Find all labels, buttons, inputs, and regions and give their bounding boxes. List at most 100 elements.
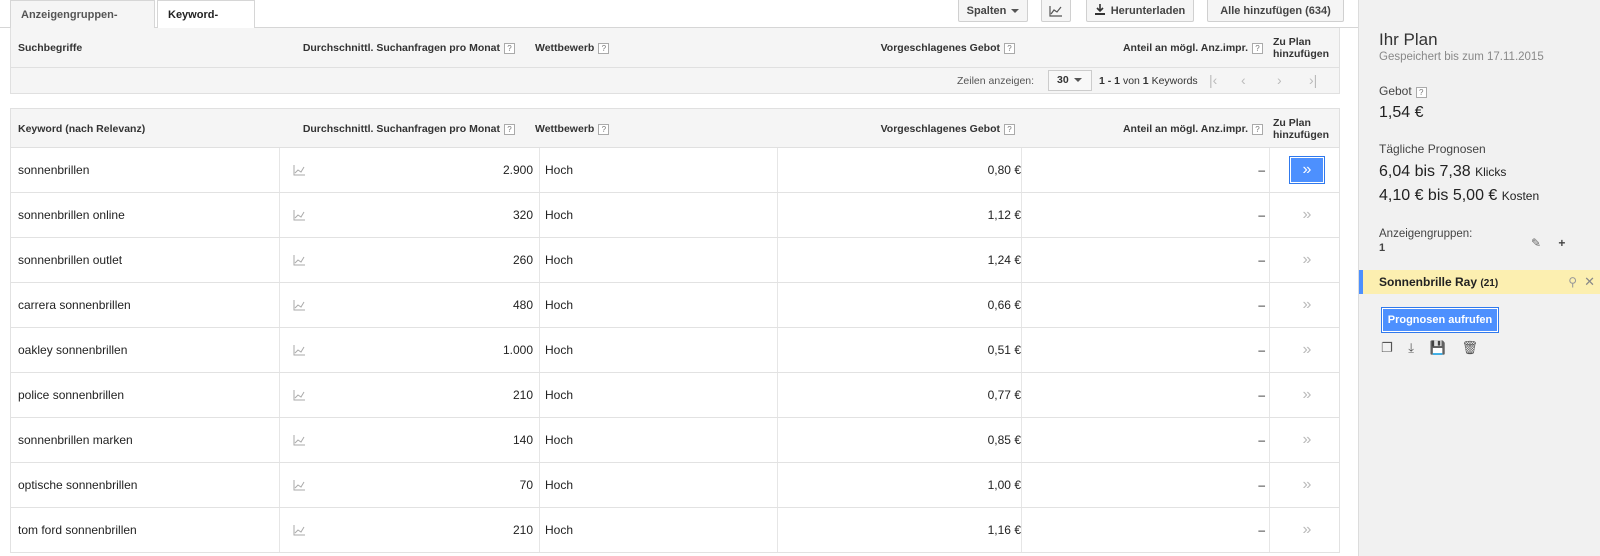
tab-adgroup-ideas[interactable]: Anzeigengruppen-Ideen	[10, 0, 155, 49]
volume-cell: 480	[512, 298, 533, 312]
copy-icon[interactable]: ❐	[1381, 340, 1393, 356]
header-bid-label: Vorgeschlagenes Gebot	[880, 123, 1000, 135]
last-page-icon[interactable]: ›|	[1309, 72, 1317, 88]
trash-icon[interactable]: 🗑	[1461, 340, 1478, 356]
volume-cell: 70	[519, 478, 533, 492]
header-competition[interactable]: Wettbewerb?	[535, 28, 610, 68]
chevron-down-icon	[1011, 9, 1020, 14]
trend-chart-icon[interactable]	[293, 193, 313, 237]
forecast-cost: 4,10 € bis 5,00 € Kosten	[1379, 187, 1539, 205]
trend-chart-icon[interactable]	[293, 373, 313, 417]
download-icon	[1094, 4, 1105, 15]
close-icon[interactable]: ✕	[1584, 270, 1595, 294]
forecast-clicks: 6,04 bis 7,38 Klicks	[1379, 163, 1506, 181]
next-page-icon[interactable]: ›	[1277, 72, 1282, 88]
help-icon[interactable]: ?	[598, 123, 610, 135]
volume-cell: 210	[512, 523, 533, 537]
plan-title: Ihr Plan	[1379, 30, 1438, 49]
trend-chart-icon[interactable]	[293, 148, 313, 192]
help-icon[interactable]: ?	[598, 42, 610, 54]
header-volume-label: Durchschnittl. Suchanfragen pro Monat	[302, 123, 500, 135]
header-add-line2: hinzufügen	[1273, 129, 1329, 141]
volume-cell: 140	[512, 433, 533, 447]
header-bid[interactable]: Vorgeschlagenes Gebot?	[771, 28, 1015, 68]
header-share[interactable]: Anteil an mögl. Anz.impr.?	[1015, 109, 1263, 149]
first-page-icon[interactable]: |‹	[1209, 72, 1217, 88]
save-icon[interactable]: 💾	[1430, 340, 1446, 356]
header-volume[interactable]: Durchschnittl. Suchanfragen pro Monat?	[261, 28, 515, 68]
add-to-plan-button[interactable]: »	[1289, 426, 1325, 454]
keyword-cell: tom ford sonnenbrillen	[18, 523, 137, 537]
add-to-plan-button[interactable]: »	[1289, 201, 1325, 229]
keyword-cell: sonnenbrillen outlet	[18, 253, 123, 267]
edit-icon[interactable]: ✎	[1531, 236, 1541, 250]
add-cell: »	[1273, 463, 1341, 507]
add-to-plan-button[interactable]: »	[1289, 246, 1325, 274]
share-cell: –	[1258, 388, 1265, 402]
chart-toggle-button[interactable]	[1041, 0, 1071, 22]
add-all-button[interactable]: Alle hinzufügen (634)	[1207, 0, 1344, 22]
trend-chart-icon[interactable]	[293, 463, 313, 507]
header-add-line1: Zu Plan	[1273, 117, 1311, 129]
add-to-plan-button[interactable]: »	[1289, 516, 1325, 544]
bid-cell: 0,66 €	[987, 298, 1021, 312]
prev-page-icon[interactable]: ‹	[1241, 72, 1246, 88]
trend-chart-icon[interactable]	[293, 328, 313, 372]
header-volume[interactable]: Durchschnittl. Suchanfragen pro Monat?	[261, 109, 515, 149]
volume-cell: 2.900	[502, 163, 533, 177]
keyword-cell: optische sonnenbrillen	[18, 478, 138, 492]
competition-cell: Hoch	[545, 208, 574, 222]
bid-value[interactable]: 1,54 €	[1379, 104, 1423, 122]
help-icon[interactable]: ?	[1004, 123, 1015, 135]
add-to-plan-button[interactable]: »	[1289, 156, 1325, 184]
share-cell: –	[1258, 163, 1265, 177]
trend-chart-icon[interactable]	[293, 508, 313, 552]
help-icon[interactable]: ?	[504, 123, 515, 135]
competition-cell: Hoch	[545, 253, 574, 267]
help-icon[interactable]: ?	[504, 42, 515, 54]
add-to-plan-button[interactable]: »	[1289, 471, 1325, 499]
header-competition[interactable]: Wettbewerb?	[535, 109, 610, 149]
view-forecasts-button[interactable]: Prognosen aufrufen	[1381, 307, 1499, 333]
volume-cell: 260	[512, 253, 533, 267]
competition-cell: Hoch	[545, 163, 574, 177]
search-icon[interactable]: ⚲	[1568, 270, 1577, 294]
clicks-range: 6,04 bis 7,38	[1379, 163, 1471, 180]
plan-sidebar: Ihr Plan Gespeichert bis zum 17.11.2015 …	[1358, 0, 1600, 556]
header-bid[interactable]: Vorgeschlagenes Gebot?	[771, 109, 1015, 149]
help-icon[interactable]: ?	[1252, 123, 1263, 135]
trend-chart-icon[interactable]	[293, 283, 313, 327]
add-to-plan-button[interactable]: »	[1289, 336, 1325, 364]
download-button[interactable]: Herunterladen	[1086, 0, 1194, 22]
trend-chart-icon[interactable]	[293, 418, 313, 462]
adgroup-item[interactable]: Sonnenbrille Ray (21) ⚲ ✕	[1359, 270, 1600, 294]
keyword-cell: police sonnenbrillen	[18, 388, 125, 402]
bid-label-text: Gebot	[1379, 84, 1412, 98]
header-keyword[interactable]: Keyword (nach Relevanz)	[18, 109, 145, 149]
add-cell: »	[1273, 193, 1341, 237]
bid-cell: 0,85 €	[987, 433, 1021, 447]
help-icon[interactable]: ?	[1004, 42, 1015, 54]
header-volume-label: Durchschnittl. Suchanfragen pro Monat	[302, 42, 500, 54]
trend-chart-icon[interactable]	[293, 238, 313, 282]
add-to-plan-button[interactable]: »	[1289, 291, 1325, 319]
bid-cell: 1,16 €	[987, 523, 1021, 537]
rows-per-page-select[interactable]: 30	[1048, 70, 1092, 91]
plus-icon[interactable]: +	[1558, 236, 1565, 250]
header-share-label: Anteil an mögl. Anz.impr.	[1122, 123, 1248, 135]
columns-button[interactable]: Spalten	[958, 0, 1028, 22]
download-icon[interactable]: ⤓	[1408, 340, 1414, 356]
header-keyword-label: Keyword (nach Relevanz)	[18, 123, 146, 135]
help-icon[interactable]: ?	[1415, 87, 1427, 98]
keyword-planner-main: Anzeigengruppen-Ideen Keyword-Ideen Spal…	[0, 0, 1358, 556]
help-icon[interactable]: ?	[1252, 42, 1263, 54]
adgroup-tools: ✎ +	[1531, 236, 1565, 250]
header-share[interactable]: Anteil an mögl. Anz.impr.?	[1015, 28, 1263, 68]
rows-label: Zeilen anzeigen:	[957, 75, 1035, 87]
header-search-terms[interactable]: Suchbegriffe	[18, 28, 82, 68]
add-to-plan-button[interactable]: »	[1289, 381, 1325, 409]
add-cell: »	[1273, 283, 1341, 327]
tab-keyword-ideas[interactable]: Keyword-Ideen	[157, 0, 255, 49]
header-competition-label: Wettbewerb	[535, 42, 595, 54]
competition-cell: Hoch	[545, 343, 574, 357]
